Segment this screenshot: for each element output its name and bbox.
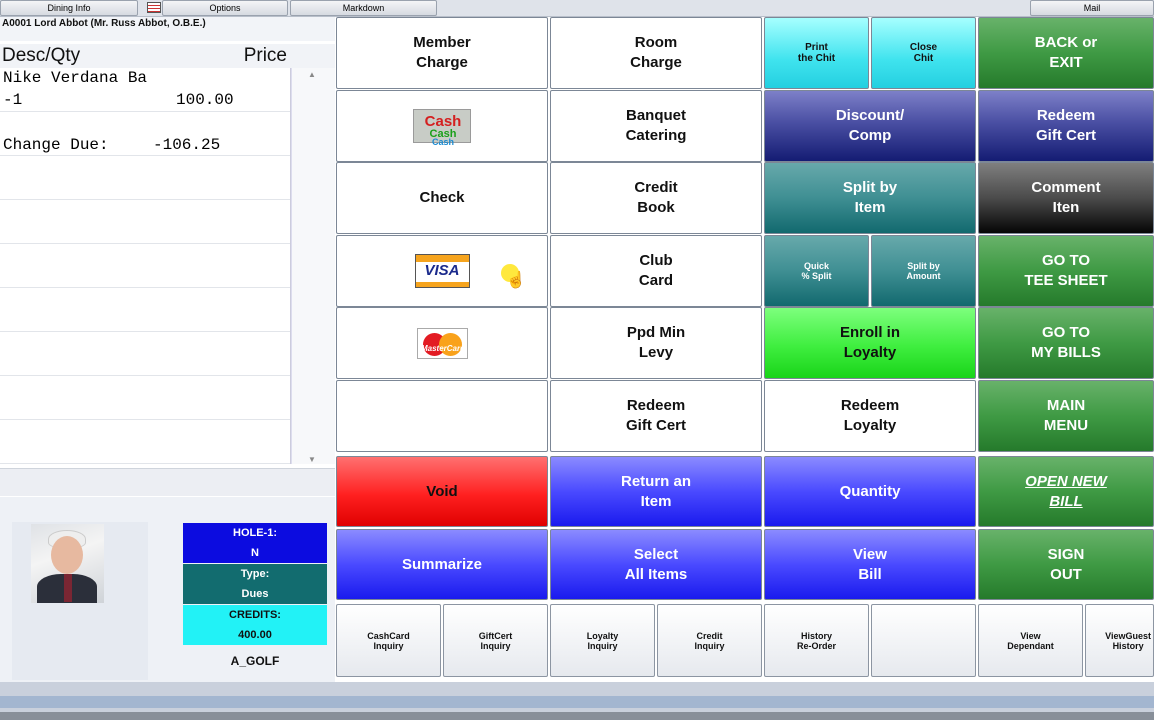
credits-label: CREDITS: xyxy=(183,605,327,625)
taskbar xyxy=(0,712,1154,720)
back-exit-button[interactable]: BACK or EXIT xyxy=(978,17,1154,89)
view-guest-history-button[interactable]: ViewGuest History xyxy=(1085,604,1154,677)
item-list-scrollbar[interactable]: ▲ ▼ xyxy=(291,68,335,464)
view-bill-button[interactable]: View Bill xyxy=(764,529,976,600)
list-row xyxy=(0,244,290,288)
my-bills-button[interactable]: GO TO MY BILLS xyxy=(978,307,1154,379)
scroll-down-icon[interactable]: ▼ xyxy=(308,455,316,464)
cashcard-inquiry-button[interactable]: CashCard Inquiry xyxy=(336,604,441,677)
list-row xyxy=(0,288,290,332)
split-by-amount-button[interactable]: Split by Amount xyxy=(871,235,976,307)
mastercard-button[interactable]: MasterCard xyxy=(336,307,548,379)
hole-value: N xyxy=(183,543,327,563)
member-group: A_GOLF xyxy=(230,654,280,668)
tee-sheet-button[interactable]: GO TO TEE SHEET xyxy=(978,235,1154,307)
quantity-button[interactable]: Quantity xyxy=(764,456,976,527)
split-by-item-button[interactable]: Split by Item xyxy=(764,162,976,234)
credit-book-button[interactable]: Credit Book xyxy=(550,162,762,234)
loyalty-inquiry-button[interactable]: Loyalty Inquiry xyxy=(550,604,655,677)
enroll-loyalty-button[interactable]: Enroll in Loyalty xyxy=(764,307,976,379)
item-price: 100.00 xyxy=(176,91,234,109)
type-value: Dues xyxy=(183,584,327,604)
hole-label: HOLE-1: xyxy=(183,523,327,543)
empty-payment-slot[interactable] xyxy=(336,380,548,452)
item-description[interactable]: Nike Verdana Ba xyxy=(3,69,147,87)
close-chit-button[interactable]: Close Chit xyxy=(871,17,976,89)
discount-comp-button[interactable]: Discount/ Comp xyxy=(764,90,976,162)
banquet-catering-button[interactable]: Banquet Catering xyxy=(550,90,762,162)
item-list-header: Desc/Qty Price xyxy=(0,44,335,68)
cash-button[interactable]: Cash Cash Cash xyxy=(336,90,548,162)
status-bar xyxy=(0,696,1154,708)
blank-inquiry-button[interactable] xyxy=(871,604,976,677)
redeem-loyalty-button[interactable]: Redeem Loyalty xyxy=(764,380,976,452)
giftcert-inquiry-button[interactable]: GiftCert Inquiry xyxy=(443,604,548,677)
redeem-gift-cert-button-2[interactable]: Redeem Gift Cert xyxy=(978,90,1154,162)
redeem-gift-cert-button[interactable]: Redeem Gift Cert xyxy=(550,380,762,452)
item-list[interactable] xyxy=(0,68,291,464)
list-row xyxy=(0,156,290,200)
mail-menu[interactable]: Mail xyxy=(1030,0,1154,16)
quick-split-button[interactable]: Quick % Split xyxy=(764,235,869,307)
credits-value: 400.00 xyxy=(183,625,327,645)
bottom-status-strip xyxy=(0,682,1154,720)
main-menu-button[interactable]: MAIN MENU xyxy=(978,380,1154,452)
ppd-min-levy-button[interactable]: Ppd Min Levy xyxy=(550,307,762,379)
scroll-up-icon[interactable]: ▲ xyxy=(308,70,316,79)
member-photo xyxy=(31,524,104,603)
list-row xyxy=(0,200,290,244)
sign-out-button[interactable]: SIGN OUT xyxy=(978,529,1154,600)
markdown-menu[interactable]: Markdown xyxy=(290,0,437,16)
options-menu[interactable]: Options xyxy=(162,0,288,16)
visa-icon: VISA xyxy=(414,254,470,288)
select-all-items-button[interactable]: Select All Items xyxy=(550,529,762,600)
open-new-bill-button[interactable]: OPEN NEW BILL xyxy=(978,456,1154,527)
desc-qty-header: Desc/Qty xyxy=(2,45,81,66)
club-card-button[interactable]: Club Card xyxy=(550,235,762,307)
type-label: Type: xyxy=(183,564,327,584)
top-menu-bar: Dining Info Options Markdown Mail xyxy=(0,0,1154,17)
cash-icon: Cash Cash Cash xyxy=(413,109,471,147)
change-due-value: -106.25 xyxy=(153,136,221,154)
view-dependant-button[interactable]: View Dependant xyxy=(978,604,1083,677)
change-due-label: Change Due: xyxy=(3,136,109,154)
price-header: Price xyxy=(243,45,287,66)
list-icon[interactable] xyxy=(147,2,161,13)
print-chit-button[interactable]: Print the Chit xyxy=(764,17,869,89)
panel-divider xyxy=(0,468,335,496)
summarize-button[interactable]: Summarize xyxy=(336,529,548,600)
list-row xyxy=(0,420,290,464)
item-quantity: -1 xyxy=(3,91,23,109)
room-charge-button[interactable]: Room Charge xyxy=(550,17,762,89)
customer-name: A0001 Lord Abbot (Mr. Russ Abbot, O.B.E.… xyxy=(0,17,335,41)
void-button[interactable]: Void xyxy=(336,456,548,527)
mastercard-icon: MasterCard xyxy=(416,327,468,359)
list-row xyxy=(0,376,290,420)
dining-info-menu[interactable]: Dining Info xyxy=(0,0,138,16)
hand-pointer-icon: ☝ xyxy=(506,272,526,289)
comment-item-button[interactable]: Comment Iten xyxy=(978,162,1154,234)
history-reorder-button[interactable]: History Re-Order xyxy=(764,604,869,677)
member-charge-button[interactable]: Member Charge xyxy=(336,17,548,89)
check-button[interactable]: Check xyxy=(336,162,548,234)
return-item-button[interactable]: Return an Item xyxy=(550,456,762,527)
list-row xyxy=(0,332,290,376)
credit-inquiry-button[interactable]: Credit Inquiry xyxy=(657,604,762,677)
